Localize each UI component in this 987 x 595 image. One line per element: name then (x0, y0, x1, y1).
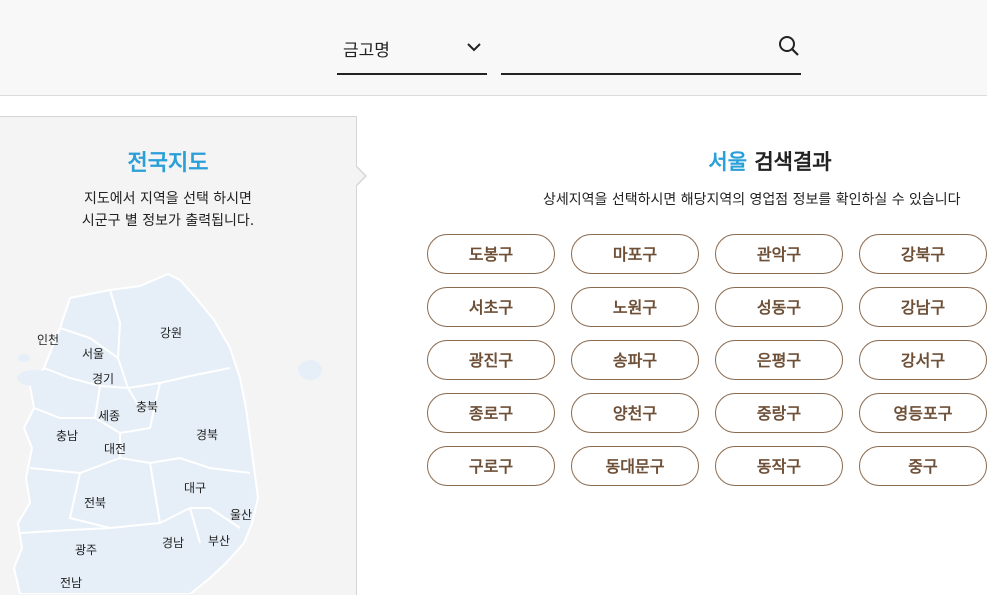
region-label-chungnam[interactable]: 충남 (56, 429, 78, 443)
district-button[interactable]: 동대문구 (571, 446, 699, 486)
district-button[interactable]: 관악구 (715, 234, 843, 274)
results-description: 상세지역을 선택하시면 해당지역의 영업점 정보를 확인하실 수 있습니다 (543, 192, 961, 208)
island-small (18, 354, 30, 362)
search-field (501, 28, 801, 75)
search-icon[interactable] (777, 34, 801, 58)
island-ganghwa (17, 370, 53, 386)
district-button[interactable]: 노원구 (571, 287, 699, 327)
district-button[interactable]: 강북구 (859, 234, 987, 274)
results-title-suffix: 검색결과 (754, 150, 832, 174)
search-bar: 금고명 (0, 0, 987, 96)
district-button[interactable]: 서초구 (427, 287, 555, 327)
district-button[interactable]: 성동구 (715, 287, 843, 327)
region-label-sejong[interactable]: 세종 (98, 409, 120, 423)
district-button[interactable]: 강서구 (859, 340, 987, 380)
panel-pointer (356, 167, 365, 185)
search-type-value: 금고명 (343, 41, 390, 61)
district-button[interactable]: 영등포구 (859, 393, 987, 433)
region-label-incheon[interactable]: 인천 (37, 332, 59, 347)
region-label-daegu[interactable]: 대구 (184, 481, 206, 495)
korea-map: 인천 서울 강원 경기 세종 충북 충남 대전 경북 대구 전북 울산 광주 경… (12, 272, 322, 594)
island-ulleung (298, 360, 322, 380)
results-city: 서울 (708, 150, 748, 174)
district-button[interactable]: 마포구 (571, 234, 699, 274)
results-title: 서울 검색결과 (580, 146, 960, 176)
region-label-daejeon[interactable]: 대전 (104, 442, 126, 456)
region-label-ulsan[interactable]: 울산 (230, 508, 252, 522)
region-label-seoul[interactable]: 서울 (82, 347, 104, 361)
district-button[interactable]: 은평구 (715, 340, 843, 380)
district-button[interactable]: 중랑구 (715, 393, 843, 433)
region-label-gyeonggi[interactable]: 경기 (92, 372, 114, 386)
district-button[interactable]: 광진구 (427, 340, 555, 380)
map-description: 지도에서 지역을 선택 하시면 시군구 별 정보가 출력됩니다. (0, 188, 336, 232)
chevron-down-icon (467, 43, 481, 52)
map-title: 전국지도 (127, 151, 209, 176)
district-button[interactable]: 중구 (859, 446, 987, 486)
district-button[interactable]: 강남구 (859, 287, 987, 327)
region-label-gangwon[interactable]: 강원 (160, 326, 182, 340)
search-type-select[interactable]: 금고명 (337, 28, 487, 75)
region-label-gyeongnam[interactable]: 경남 (162, 536, 184, 550)
district-button[interactable]: 양천구 (571, 393, 699, 433)
region-label-jeonbuk[interactable]: 전북 (84, 496, 106, 510)
region-label-busan[interactable]: 부산 (208, 534, 230, 548)
region-label-gwangju[interactable]: 광주 (75, 543, 97, 557)
district-button[interactable]: 동작구 (715, 446, 843, 486)
region-label-chungbuk[interactable]: 충북 (136, 400, 158, 414)
map-desc-line2: 시군구 별 정보가 출력됩니다. (81, 213, 255, 229)
district-button[interactable]: 송파구 (571, 340, 699, 380)
region-label-gyeongbuk[interactable]: 경북 (196, 428, 218, 442)
map-desc-line1: 지도에서 지역을 선택 하시면 (84, 191, 252, 207)
district-button[interactable]: 구로구 (427, 446, 555, 486)
district-button[interactable]: 도봉구 (427, 234, 555, 274)
search-input[interactable] (501, 32, 765, 66)
district-button[interactable]: 종로구 (427, 393, 555, 433)
region-label-jeonnam[interactable]: 전남 (60, 576, 82, 590)
